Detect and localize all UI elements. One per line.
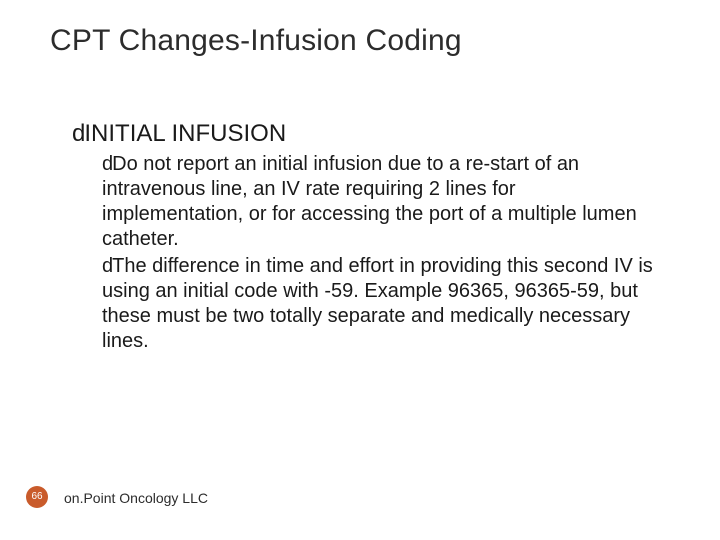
footer-text: on.Point Oncology LLC [64, 490, 208, 506]
bullet-level2-text: The difference in time and effort in pro… [102, 255, 653, 352]
bullet-level1-text: INITIAL INFUSION [84, 120, 286, 147]
slide: CPT Changes-Infusion Coding dINITIAL INF… [0, 0, 720, 540]
bullet-level1: dINITIAL INFUSION [72, 120, 660, 148]
swirl-bullet-icon: d [102, 153, 110, 175]
bullet-level2-text: Do not report an initial infusion due to… [102, 153, 637, 250]
bullet-level2: dThe difference in time and effort in pr… [102, 254, 660, 354]
swirl-bullet-icon: d [72, 120, 82, 147]
bullet-level2-group: dDo not report an initial infusion due t… [102, 152, 660, 354]
slide-title: CPT Changes-Infusion Coding [50, 24, 462, 58]
page-number: 66 [31, 491, 42, 502]
bullet-level2: dDo not report an initial infusion due t… [102, 152, 660, 252]
swirl-bullet-icon: d [102, 255, 110, 277]
page-number-badge: 66 [26, 486, 48, 508]
slide-body: dINITIAL INFUSION dDo not report an init… [72, 120, 660, 356]
